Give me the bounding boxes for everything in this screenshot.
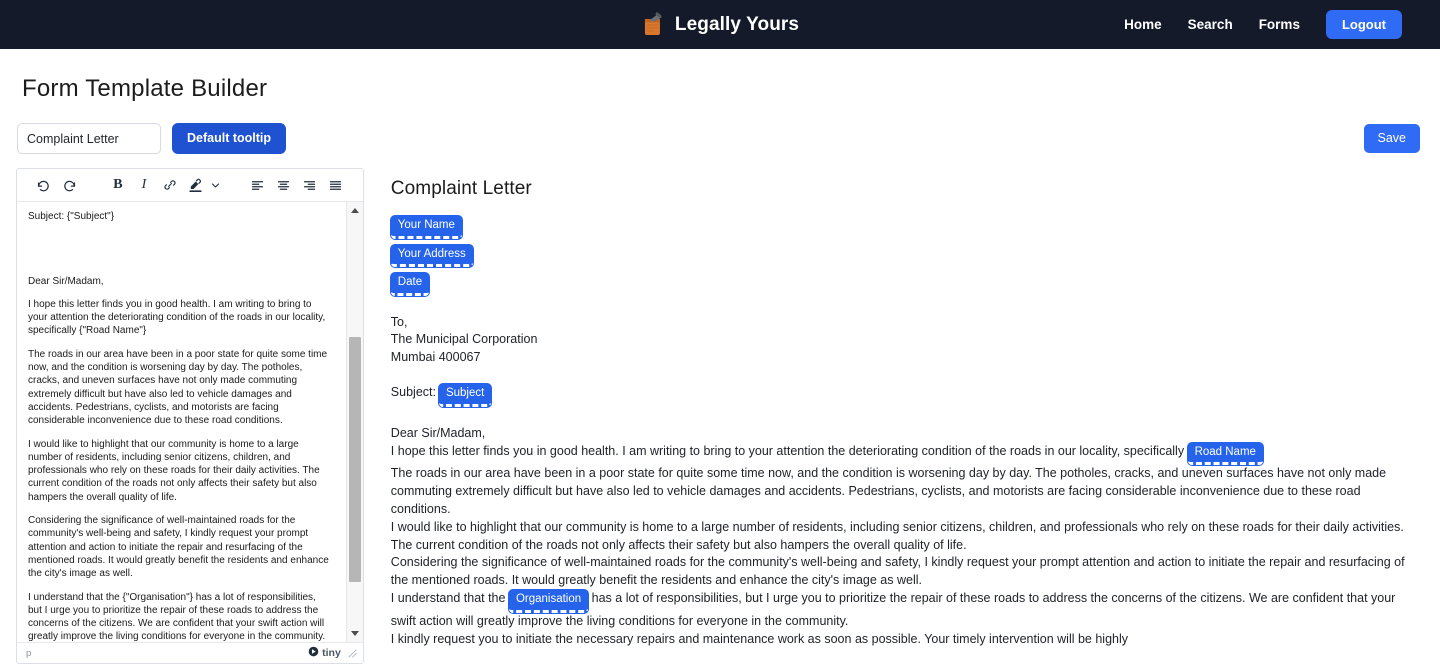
editor-statusbar: p tiny [17, 642, 363, 663]
italic-glyph: I [141, 177, 147, 192]
align-justify-icon[interactable] [323, 173, 349, 197]
recipient-name: The Municipal Corporation [390, 332, 538, 347]
editor-spacer-1 [28, 233, 332, 246]
editor-salutation: Dear Sir/Madam, [28, 275, 104, 287]
chevron-down-icon[interactable] [209, 173, 223, 197]
editor-paragraph-2: The roads in our area have been in a poo… [28, 348, 328, 427]
editor-toolbar: B I [17, 169, 363, 202]
editor-paragraph-3: I would like to highlight that our commu… [28, 438, 320, 503]
nav-links: Home Search Forms Logout [1124, 10, 1422, 39]
recipient-block: To, The Municipal Corporation Mumbai 400… [391, 314, 1412, 368]
preview-p1-text: I hope this letter finds you in good hea… [390, 443, 1185, 458]
chip-row-date: Date [390, 273, 1412, 296]
preview-paragraph-6: I kindly request you to initiate the nec… [390, 631, 1129, 646]
controls-row: Default tooltip Save [0, 103, 1440, 154]
preview-p5-before: I understand that the [390, 591, 506, 606]
align-center-icon[interactable] [271, 173, 297, 197]
align-left-icon[interactable] [245, 173, 271, 197]
nav-link-forms[interactable]: Forms [1259, 17, 1300, 32]
redo-icon[interactable] [57, 173, 83, 197]
chip-row-your-name: Your Name [390, 216, 1412, 239]
chip-row-your-address: Your Address [390, 244, 1412, 267]
preview-paragraph-2: The roads in our area have been in a poo… [390, 466, 1387, 516]
subject-label: Subject: [390, 385, 436, 400]
element-path[interactable]: p [26, 648, 31, 659]
main-area: B I Subject: {"Subject"} Dear Sir/Madam,… [0, 154, 1440, 664]
preview-title: Complaint Letter [390, 178, 532, 199]
preview-subject-line: Subject: Subject [391, 384, 1412, 407]
placeholder-chip-organisation[interactable]: Organisation [508, 590, 589, 613]
logout-button[interactable]: Logout [1325, 10, 1402, 39]
preview-paragraph-5: I understand that the Organisation has a… [391, 590, 1412, 630]
tiny-branding[interactable]: tiny [308, 646, 341, 660]
scroll-down-icon[interactable] [347, 625, 363, 642]
save-button[interactable]: Save [1363, 124, 1420, 153]
editor-scrollbar[interactable] [345, 202, 363, 642]
editor-paragraph-4: Considering the significance of well-mai… [28, 515, 329, 580]
recipient-city: Mumbai 400067 [390, 350, 481, 365]
preview-paragraph-3: I would like to highlight that our commu… [390, 519, 1404, 552]
template-name-input[interactable] [17, 123, 161, 154]
brand: Legally Yours [641, 11, 800, 38]
preview-salutation: Dear Sir/Madam, [390, 425, 486, 440]
scroll-up-icon[interactable] [347, 202, 363, 219]
editor-paragraph-1: I hope this letter finds you in good hea… [28, 298, 326, 337]
editor-content-area: Subject: {"Subject"} Dear Sir/Madam, I h… [17, 202, 363, 642]
placeholder-chip-road-name[interactable]: Road Name [1187, 442, 1263, 465]
to-label: To, [390, 314, 408, 329]
align-right-icon[interactable] [297, 173, 323, 197]
editor-paragraph-5: I understand that the {"Organisation"} h… [28, 591, 326, 642]
nav-link-search[interactable]: Search [1188, 17, 1233, 32]
preview-body: Your Name Your Address Date To, The Muni… [390, 216, 1412, 648]
bold-icon[interactable]: B [105, 173, 131, 197]
bold-glyph: B [113, 177, 123, 192]
placeholder-chip-date[interactable]: Date [390, 273, 430, 296]
link-icon[interactable] [157, 173, 183, 197]
template-preview: Complaint Letter Your Name Your Address … [385, 168, 1424, 664]
preview-paragraph-1: I hope this letter finds you in good hea… [390, 442, 1412, 465]
undo-icon[interactable] [31, 173, 57, 197]
text-color-icon[interactable] [183, 173, 209, 197]
resize-handle-icon[interactable] [348, 648, 357, 658]
default-tooltip-button[interactable]: Default tooltip [172, 123, 287, 154]
brand-name: Legally Yours [674, 13, 800, 35]
preview-paragraph-4: Considering the significance of well-mai… [390, 555, 1405, 588]
tiny-label: tiny [322, 647, 341, 659]
top-navbar: Legally Yours Home Search Forms Logout [0, 0, 1440, 49]
page-title: Form Template Builder [22, 75, 268, 102]
scrollbar-thumb[interactable] [348, 337, 361, 582]
rich-text-editor: B I Subject: {"Subject"} Dear Sir/Madam,… [16, 168, 364, 664]
placeholder-chip-your-address[interactable]: Your Address [390, 244, 473, 267]
editor-subject-line: Subject: {"Subject"} [28, 211, 115, 222]
placeholder-chip-your-name[interactable]: Your Name [390, 216, 462, 239]
gavel-icon [641, 11, 665, 38]
placeholder-chip-subject[interactable]: Subject [438, 384, 492, 407]
italic-icon[interactable]: I [131, 173, 157, 197]
tiny-logo-icon [308, 646, 319, 660]
nav-link-home[interactable]: Home [1124, 17, 1162, 32]
editor-content[interactable]: Subject: {"Subject"} Dear Sir/Madam, I h… [17, 202, 346, 642]
